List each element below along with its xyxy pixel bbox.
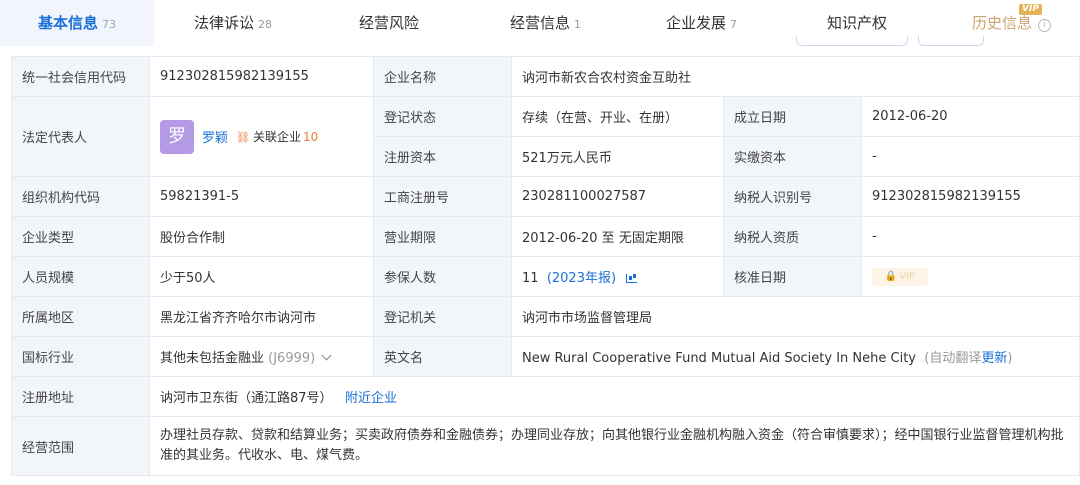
industry-cell[interactable]: 其他未包括金融业 (J6999) (149, 336, 374, 377)
vip-locked-value[interactable]: 🔒 VIP (872, 267, 928, 286)
table-row: 注册地址 讷河市卫东街（通江路87号） 附近企业 (11, 376, 1080, 417)
scope-label: 经营范围 (11, 416, 150, 476)
network-icon: ⛓ (236, 131, 250, 144)
reg-status-value: 存续（在营、开业、在册） (511, 96, 724, 137)
approve-date-label: 核准日期 (723, 256, 862, 297)
english-name-value: New Rural Cooperative Fund Mutual Aid So… (522, 351, 916, 366)
nearby-companies-link[interactable]: 附近企业 (345, 391, 397, 406)
hidden-dropdown-edge (796, 36, 908, 46)
tab-enterprise-development[interactable]: 企业发展 7 (666, 0, 737, 46)
credit-code-value: 912302815982139155 (149, 56, 374, 97)
tab-legal-litigation[interactable]: 法律诉讼 28 (194, 0, 272, 46)
basic-info-table: 统一社会信用代码 912302815982139155 企业名称 讷河市新农合农… (11, 56, 1080, 476)
reg-status-label: 登记状态 (373, 96, 512, 137)
related-companies-link[interactable]: ⛓ 关联企业 10 (236, 128, 318, 145)
table-row: 组织机构代码 59821391-5 工商注册号 230281100027587 … (11, 176, 1080, 217)
tab-business-risk[interactable]: 经营风险 (359, 0, 419, 46)
address-cell: 讷河市卫东街（通江路87号） 附近企业 (148, 376, 1080, 417)
related-count: 10 (303, 130, 319, 144)
table-row: 人员规模 少于50人 参保人数 11 (2023年报) 核准日期 🔒 VIP (11, 256, 1080, 297)
taxpayer-qual-value: - (860, 216, 1080, 257)
company-type-label: 企业类型 (11, 216, 150, 257)
org-code-label: 组织机构代码 (11, 176, 150, 217)
english-name-cell: New Rural Cooperative Fund Mutual Aid So… (510, 336, 1080, 377)
company-name-value: 讷河市新农合农村资金互助社 (510, 56, 1080, 97)
industry-value: 其他未包括金融业 (160, 351, 265, 366)
chevron-down-icon[interactable] (321, 350, 332, 361)
region-value: 黑龙江省齐齐哈尔市讷河市 (149, 296, 374, 337)
tab-count: 1 (574, 18, 582, 31)
vip-badge: VIP (1019, 4, 1042, 15)
scope-value: 办理社员存款、贷款和结算业务；买卖政府债券和金融债券；办理同业存放；向其他银行业… (148, 416, 1080, 476)
company-type-value: 股份合作制 (149, 216, 374, 257)
insured-annual-report-link[interactable]: (2023年报) (547, 271, 616, 286)
table-row: 企业类型 股份合作制 营业期限 2012-06-20 至 无固定期限 纳税人资质… (11, 216, 1080, 257)
found-date-label: 成立日期 (723, 96, 862, 137)
tab-label: 企业发展 (666, 14, 727, 32)
biz-term-value: 2012-06-20 至 无固定期限 (511, 216, 724, 257)
biz-reg-no-label: 工商注册号 (373, 176, 512, 217)
tab-label: 法律诉讼 (194, 14, 255, 32)
staff-size-value: 少于50人 (149, 256, 374, 297)
tab-count: 73 (102, 18, 117, 31)
table-row: 经营范围 办理社员存款、贷款和结算业务；买卖政府债券和金融债券；办理同业存放；向… (11, 416, 1080, 476)
biz-reg-no-value: 230281100027587 (511, 176, 724, 217)
table-row: 国标行业 其他未包括金融业 (J6999) 英文名 New Rural Coop… (11, 336, 1080, 377)
org-code-value: 59821391-5 (149, 176, 374, 217)
tab-count: 7 (730, 18, 738, 31)
insured-count: 11 (522, 271, 539, 286)
region-label: 所属地区 (11, 296, 150, 337)
tab-label: 基本信息 (38, 14, 99, 32)
chart-icon[interactable] (626, 274, 638, 283)
staff-size-label: 人员规模 (11, 256, 150, 297)
table-row: 统一社会信用代码 912302815982139155 企业名称 讷河市新农合农… (11, 56, 1080, 97)
auto-translate-note: (自动翻译 (924, 351, 982, 366)
avatar: 罗 (160, 119, 194, 154)
industry-code: (J6999) (268, 351, 316, 366)
taxpayer-qual-label: 纳税人资质 (723, 216, 862, 257)
reg-capital-value: 521万元人民币 (511, 136, 724, 177)
biz-term-label: 营业期限 (373, 216, 512, 257)
table-row: 法定代表人 罗罗颖 ⛓ 关联企业 10 登记状态 存续（在营、开业、在册） 成立日期 … (11, 96, 1080, 177)
credit-code-label: 统一社会信用代码 (11, 56, 150, 97)
legal-rep-label: 法定代表人 (11, 96, 150, 177)
address-label: 注册地址 (11, 376, 150, 417)
info-icon[interactable]: i (1038, 19, 1052, 32)
reg-capital-label: 注册资本 (373, 136, 512, 177)
english-name-label: 英文名 (373, 336, 512, 377)
reg-authority-label: 登记机关 (373, 296, 512, 337)
tab-label: 知识产权 (827, 14, 888, 32)
tab-label: 经营风险 (359, 14, 420, 32)
reg-authority-value: 讷河市市场监督管理局 (510, 296, 1080, 337)
industry-label: 国标行业 (11, 336, 150, 377)
related-label: 关联企业 (252, 130, 301, 144)
tab-business-info[interactable]: 经营信息 1 (510, 0, 581, 46)
lock-icon: 🔒 (884, 270, 898, 282)
legal-rep-name-link[interactable]: 罗颖 (202, 131, 228, 146)
insured-cell: 11 (2023年报) (511, 256, 724, 297)
tab-count: 28 (258, 18, 273, 31)
close-paren: ) (1007, 351, 1013, 366)
update-link[interactable]: 更新 (981, 351, 1007, 366)
found-date-value: 2012-06-20 (860, 96, 1080, 137)
vip-label: VIP (899, 270, 916, 282)
tab-bar: 基本信息 73 法律诉讼 28 经营风险 经营信息 1 企业发展 7 知识产权 VIP … (0, 0, 1080, 48)
tab-label: 历史信息 (972, 14, 1033, 32)
approve-date-cell: 🔒 VIP (860, 256, 1080, 297)
address-value: 讷河市卫东街（通江路87号） (160, 391, 333, 406)
tab-basic-info[interactable]: 基本信息 73 (0, 0, 155, 46)
taxpayer-id-value: 912302815982139155 (860, 176, 1080, 217)
table-row: 所属地区 黑龙江省齐齐哈尔市讷河市 登记机关 讷河市市场监督管理局 (11, 296, 1080, 337)
paid-capital-label: 实缴资本 (723, 136, 862, 177)
insured-label: 参保人数 (373, 256, 512, 297)
company-name-label: 企业名称 (373, 56, 512, 97)
hidden-dropdown-edge (918, 36, 984, 46)
taxpayer-id-label: 纳税人识别号 (723, 176, 862, 217)
legal-rep-cell: 罗罗颖 ⛓ 关联企业 10 (149, 96, 374, 177)
tab-label: 经营信息 (510, 14, 571, 32)
paid-capital-value: - (860, 136, 1080, 177)
